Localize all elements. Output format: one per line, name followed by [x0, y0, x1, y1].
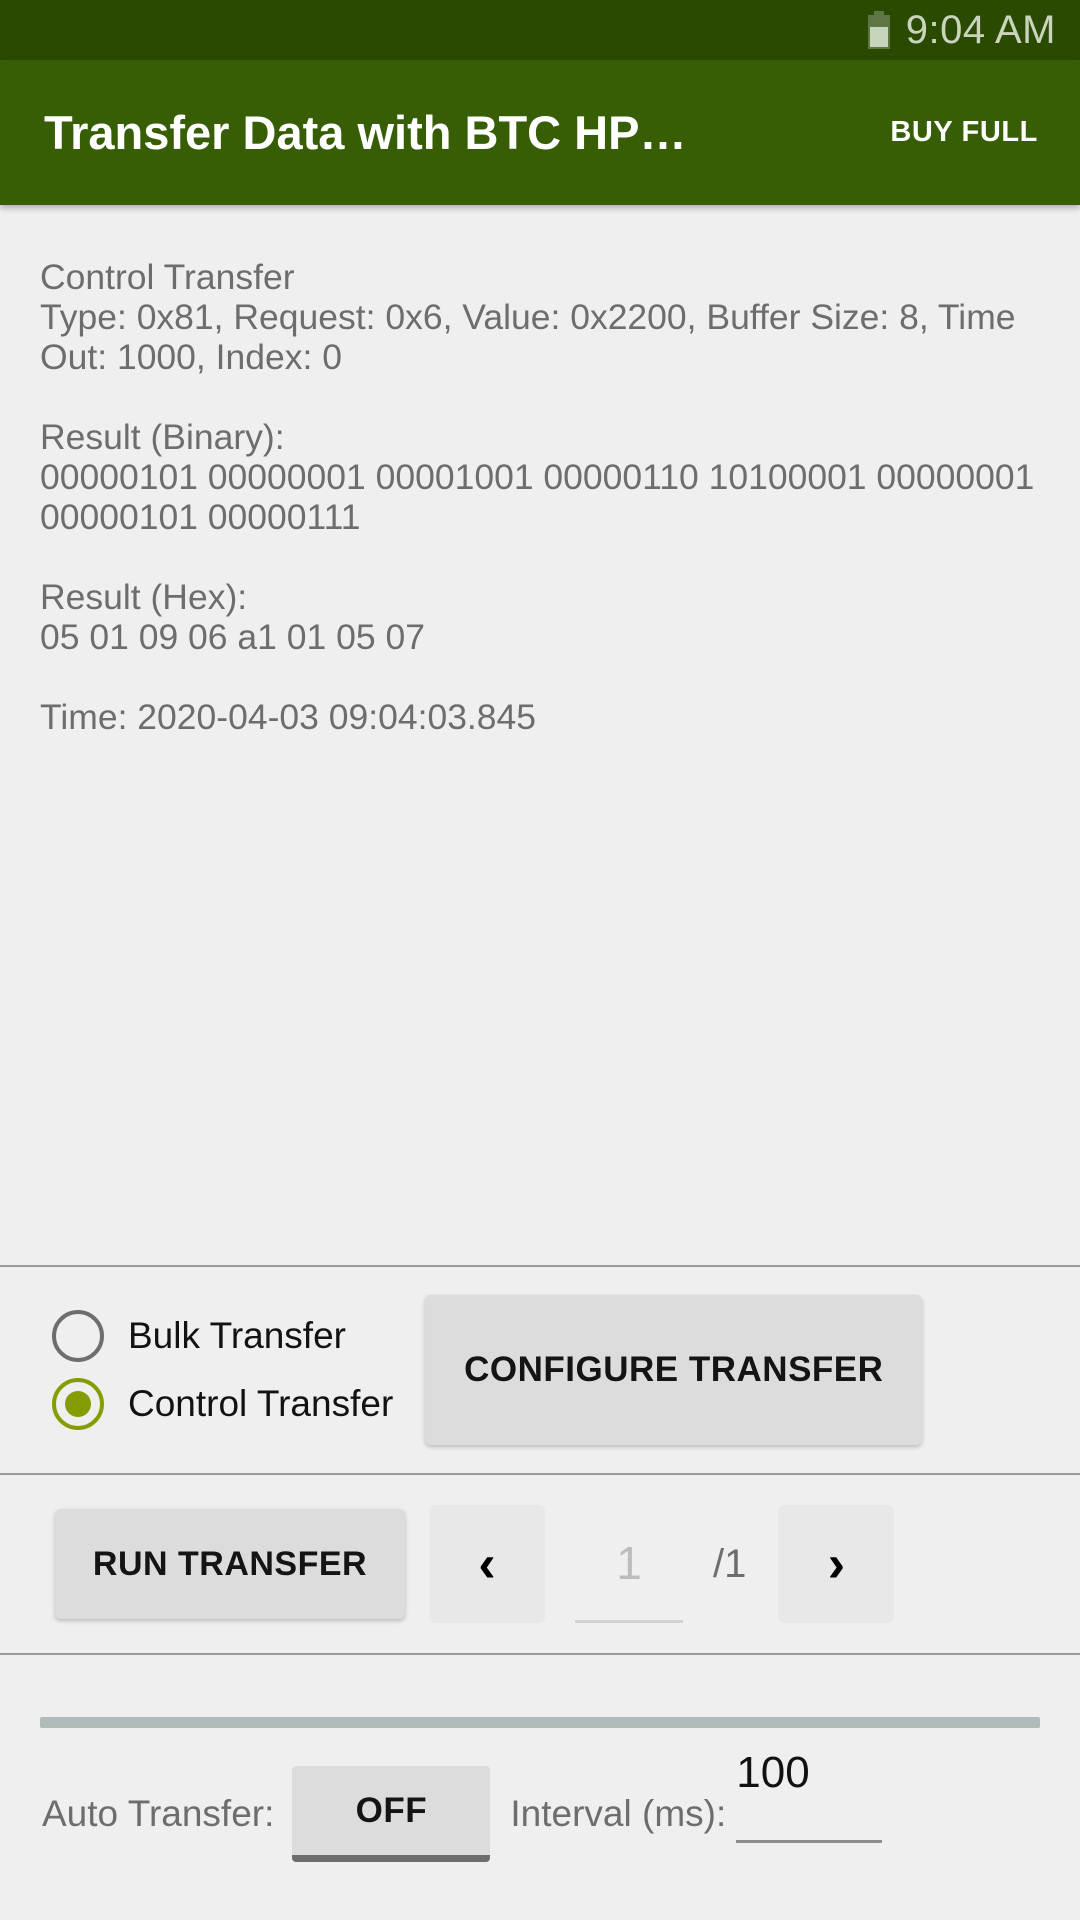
configure-transfer-button[interactable]: CONFIGURE TRANSFER — [425, 1295, 923, 1445]
log-spacer-3 — [40, 657, 1040, 697]
interval-input[interactable]: 100 — [736, 1748, 883, 1843]
battery-icon — [867, 11, 890, 49]
log-hex-label: Result (Hex): — [40, 577, 248, 617]
interval-label: Interval (ms): — [510, 1793, 727, 1834]
radio-unchecked-icon — [52, 1310, 104, 1362]
radio-checked-icon — [52, 1378, 104, 1430]
page-total-label: /1 — [713, 1541, 747, 1586]
log-binary-label: Result (Binary): — [40, 417, 285, 457]
log-hex-value: 05 01 09 06 a1 01 05 07 — [40, 617, 425, 657]
auto-transfer-controls: Auto Transfer: OFF Interval (ms): 100 — [40, 1748, 1040, 1862]
radio-control-transfer-label: Control Transfer — [128, 1383, 394, 1424]
radio-bulk-transfer[interactable]: Bulk Transfer — [52, 1310, 393, 1362]
run-transfer-button[interactable]: RUN TRANSFER — [55, 1509, 405, 1619]
auto-transfer-toggle-button[interactable]: OFF — [292, 1766, 491, 1862]
app-screen: 9:04 AM Transfer Data with BTC HP… BUY F… — [0, 0, 1080, 1920]
transfer-mode-row: Bulk Transfer Control Transfer CONFIGURE… — [0, 1267, 1080, 1473]
log-spacer-2 — [40, 537, 1040, 577]
status-bar: 9:04 AM — [0, 0, 1080, 60]
battery-fill — [869, 27, 888, 47]
chevron-right-icon[interactable]: › — [778, 1505, 895, 1623]
log-spacer-1 — [40, 377, 1040, 417]
radio-control-transfer[interactable]: Control Transfer — [52, 1378, 393, 1430]
page-number-input[interactable]: 1 — [575, 1505, 683, 1623]
status-bar-clock: 9:04 AM — [905, 7, 1056, 52]
progress-seekbar[interactable] — [40, 1717, 1040, 1728]
auto-transfer-row: Auto Transfer: OFF Interval (ms): 100 — [0, 1655, 1080, 1920]
page-title: Transfer Data with BTC HP… — [44, 106, 687, 159]
log-time: Time: 2020-04-03 09:04:03.845 — [40, 697, 537, 737]
log-params: Type: 0x81, Request: 0x6, Value: 0x2200,… — [40, 297, 1026, 377]
radio-bulk-transfer-label: Bulk Transfer — [128, 1315, 346, 1356]
chevron-left-icon[interactable]: ‹ — [429, 1505, 545, 1623]
log-heading: Control Transfer — [40, 257, 295, 297]
log-binary-value: 00000101 00000001 00001001 00000110 1010… — [40, 457, 1045, 537]
run-transfer-row: RUN TRANSFER ‹ 1 /1 › — [0, 1475, 1080, 1653]
auto-transfer-label: Auto Transfer: — [42, 1793, 275, 1834]
transfer-mode-radio-group: Bulk Transfer Control Transfer — [52, 1310, 393, 1430]
app-bar: Transfer Data with BTC HP… BUY FULL — [0, 60, 1080, 205]
transfer-log-area[interactable]: Control Transfer Type: 0x81, Request: 0x… — [0, 205, 1080, 1265]
buy-full-button[interactable]: BUY FULL — [878, 102, 1050, 163]
